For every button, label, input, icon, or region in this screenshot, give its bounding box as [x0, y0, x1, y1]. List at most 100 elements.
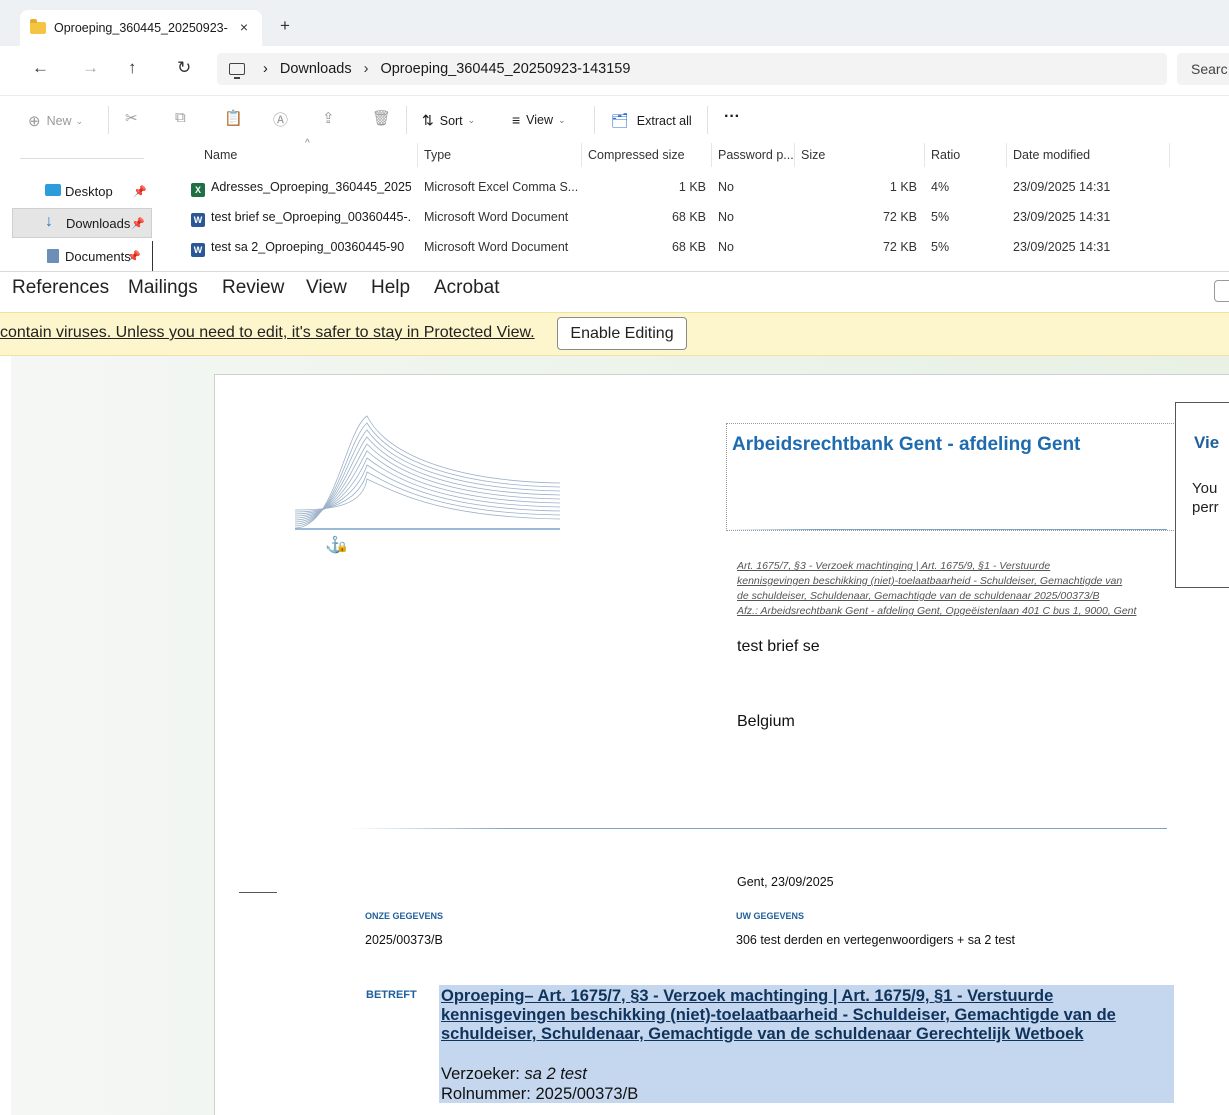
tab-title: Oproeping_360445_20250923-	[54, 21, 228, 35]
court-name: Arbeidsrechtbank Gent - afdeling Gent	[732, 434, 1081, 455]
extract-all-button[interactable]: 🗂 Extract all	[611, 112, 692, 129]
subject-line: schuldeiser, Schuldenaar, Gemachtigde va…	[441, 1025, 1084, 1043]
chevron-down-icon: ⌄	[558, 114, 566, 125]
sort-icon: ⇅	[422, 112, 434, 128]
documents-icon	[47, 249, 59, 263]
resize-handle[interactable]	[152, 241, 153, 271]
share-icon[interactable]: ⇪	[322, 109, 335, 127]
tab-view[interactable]: View	[306, 277, 347, 299]
file-type: Microsoft Word Document	[424, 240, 569, 254]
uw-gegevens-value: 306 test derden en vertegenwoordigers + …	[736, 933, 1015, 947]
close-tab-icon[interactable]: ×	[240, 19, 248, 35]
file-explorer-window: Oproeping_360445_20250923- × + ← → ↑ ↻ ›…	[0, 0, 1229, 272]
column-divider[interactable]	[581, 143, 582, 167]
side-panel[interactable]: Vie You perr	[1175, 402, 1229, 588]
ribbon-tabs: References Mailings Review View Help Acr…	[0, 272, 1229, 312]
nav-divider	[20, 158, 144, 159]
column-header-password[interactable]: Password p...	[718, 148, 794, 162]
column-header-size[interactable]: Size	[801, 148, 825, 162]
file-compressed-size: 1 KB	[678, 180, 706, 194]
enable-editing-button[interactable]: Enable Editing	[557, 317, 687, 350]
file-ratio: 5%	[931, 240, 950, 254]
download-icon: ↓	[45, 213, 53, 230]
delete-icon[interactable]: 🗑	[372, 109, 391, 127]
column-header-compressed[interactable]: Compressed size	[588, 148, 685, 162]
column-divider[interactable]	[711, 143, 712, 167]
copy-icon[interactable]: ⧉	[175, 109, 186, 126]
protected-view-bar: contain viruses. Unless you need to edit…	[0, 312, 1229, 356]
tab-review[interactable]: Review	[222, 277, 284, 299]
sort-button[interactable]: ⇅ Sort ⌄	[422, 112, 475, 129]
search-input[interactable]: Searc	[1177, 53, 1229, 85]
column-divider[interactable]	[924, 143, 925, 167]
ribbon-control[interactable]	[1214, 280, 1229, 302]
tab-mailings[interactable]: Mailings	[128, 277, 198, 299]
file-ratio: 4%	[931, 180, 950, 194]
file-password: No	[718, 210, 734, 224]
table-row[interactable]: Wtest brief se_Oproeping_00360445-... Mi…	[170, 203, 1229, 233]
file-type: Microsoft Word Document	[424, 210, 569, 224]
toolbar-divider	[594, 106, 595, 134]
column-header-ratio[interactable]: Ratio	[931, 148, 960, 162]
pin-icon[interactable]: 📌	[133, 185, 147, 198]
protected-view-message[interactable]: contain viruses. Unless you need to edit…	[0, 324, 535, 342]
breadcrumb-downloads[interactable]: Downloads	[280, 61, 352, 77]
pin-icon[interactable]: 📌	[127, 250, 141, 263]
table-row[interactable]: Wtest sa 2_Oproeping_00360445-90 Microso…	[170, 233, 1229, 263]
lock-icon: 🔒	[336, 542, 349, 553]
toolbar-divider	[406, 106, 407, 134]
sidebar-item-label: Downloads	[66, 215, 131, 231]
extract-icon: 🗂	[611, 112, 629, 128]
column-header-type[interactable]: Type	[424, 148, 451, 162]
chevron-down-icon: ⌄	[467, 115, 476, 125]
more-options-icon[interactable]: ···	[724, 108, 740, 126]
new-button[interactable]: ⊕ New ⌄	[28, 112, 83, 130]
column-divider[interactable]	[1169, 143, 1170, 167]
back-arrow-icon[interactable]: ←	[32, 58, 49, 78]
toolbar-divider	[707, 106, 708, 134]
table-row[interactable]: X Adresses_Oproeping_360445_2025... Micro…	[170, 173, 1229, 203]
sidebar-item-documents[interactable]: Documents 📌	[13, 241, 153, 271]
tab-acrobat[interactable]: Acrobat	[434, 277, 499, 299]
up-arrow-icon[interactable]: ↑	[128, 58, 137, 78]
refresh-icon[interactable]: ↻	[177, 58, 191, 78]
uw-gegevens-label: UW GEGEVENS	[736, 911, 805, 921]
breadcrumb-folder[interactable]: Oproeping_360445_20250923-143159	[380, 61, 630, 77]
rename-icon[interactable]: Ⓐ	[273, 109, 288, 130]
column-header-name[interactable]: Name	[204, 148, 237, 162]
tab-strip: Oproeping_360445_20250923- × +	[0, 0, 1229, 46]
paste-icon[interactable]: 📋	[224, 109, 243, 127]
file-password: No	[718, 180, 734, 194]
document-page[interactable]: ⚓ 🔒 Arbeidsrechtbank Gent - afdeling Gen…	[214, 374, 1229, 1115]
onze-gegevens-value: 2025/00373/B	[365, 933, 443, 947]
column-header-date[interactable]: Date modified	[1013, 148, 1090, 162]
sidebar-item-desktop[interactable]: Desktop 📌	[13, 176, 153, 206]
plus-circle-icon: ⊕	[28, 113, 41, 130]
cut-icon[interactable]: ✂	[125, 109, 138, 127]
column-divider[interactable]	[417, 143, 418, 167]
breadcrumb-sep-icon: ›	[263, 61, 268, 77]
desktop-icon	[45, 184, 61, 196]
tab-help[interactable]: Help	[371, 277, 410, 299]
left-margin-strip	[0, 356, 11, 1115]
recipient-name: test brief se	[737, 638, 820, 655]
pin-icon[interactable]: 📌	[131, 217, 145, 230]
sidebar-item-downloads[interactable]: ↓ Downloads 📌	[12, 208, 152, 238]
court-logo-icon	[295, 415, 561, 530]
file-list: Name ^ Type Compressed size Password p..…	[170, 138, 1229, 271]
file-date: 23/09/2025 14:31	[1013, 210, 1111, 224]
computer-icon	[229, 63, 245, 79]
column-divider[interactable]	[1006, 143, 1007, 167]
view-icon: ≡	[512, 112, 521, 128]
column-divider[interactable]	[794, 143, 795, 167]
side-panel-text: You perr	[1192, 479, 1219, 517]
sort-label: Sort	[439, 113, 463, 128]
forward-arrow-icon[interactable]: →	[82, 58, 99, 78]
tab-references[interactable]: References	[12, 277, 109, 299]
verzoeker-block: Verzoeker: sa 2 test Rolnummer: 2025/003…	[441, 1064, 638, 1104]
view-label: View	[526, 113, 554, 127]
new-tab-button[interactable]: +	[280, 16, 290, 36]
explorer-tab[interactable]: Oproeping_360445_20250923- ×	[20, 10, 262, 46]
view-button[interactable]: ≡ View ⌄	[512, 112, 566, 128]
address-field[interactable]: › Downloads › Oproeping_360445_20250923-…	[217, 53, 1167, 85]
